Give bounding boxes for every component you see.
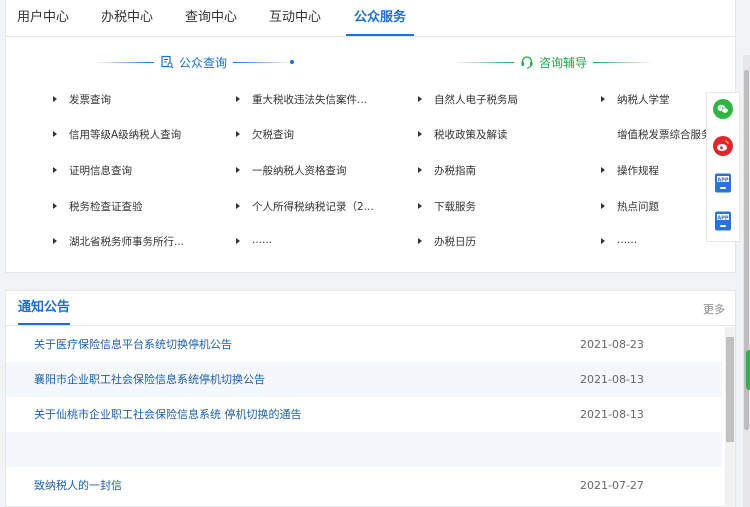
bullet-icon — [601, 238, 605, 244]
bullet-icon — [418, 238, 422, 244]
divider — [94, 61, 154, 63]
tab-query-center[interactable]: 查询中心 — [184, 0, 238, 35]
section-title-public-query: 公众查询 — [179, 55, 228, 70]
side-green-tab[interactable] — [746, 350, 750, 390]
more-link[interactable]: 更多 — [703, 301, 725, 317]
link-tax-arrears[interactable]: 欠税查询 — [236, 127, 294, 142]
bullet-icon — [236, 203, 240, 209]
tab-interaction-center[interactable]: 互动中心 — [268, 0, 322, 35]
bullet-icon — [236, 238, 240, 244]
bullet-icon — [53, 131, 57, 137]
bullet-icon — [236, 96, 240, 102]
weibo-icon — [717, 140, 729, 151]
notice-date: 2021-08-23 — [580, 338, 644, 351]
link-invoice-query[interactable]: 发票查询 — [53, 92, 111, 107]
section-public-query: 公众查询 — [94, 52, 295, 72]
bullet-icon — [418, 167, 422, 173]
bullet-icon — [418, 203, 422, 209]
notices-title[interactable]: 通知公告 — [18, 291, 71, 325]
notice-row[interactable]: 关于仙桃市企业职工社会保险信息系统 停机切换的通告 2021-08-13 — [6, 397, 722, 432]
notice-title[interactable]: 关于医疗保险信息平台系统切换停机公告 — [34, 327, 232, 362]
link-certificate-query[interactable]: 证明信息查询 — [53, 163, 132, 178]
svg-text:APP: APP — [717, 177, 729, 183]
link-tax-agency[interactable]: 湖北省税务师事务所行... — [53, 234, 184, 249]
weibo-button[interactable] — [713, 136, 733, 156]
bullet-icon — [418, 131, 422, 137]
wechat-icon — [717, 104, 729, 114]
notice-title[interactable]: 关于仙桃市企业职工社会保险信息系统 停机切换的通告 — [34, 397, 302, 432]
document-search-icon — [161, 55, 174, 69]
notice-row[interactable]: 襄阳市企业职工社会保险信息系统停机切换公告 2021-08-13 — [6, 362, 722, 397]
link-income-tax-record[interactable]: 个人所得税纳税记录（2... — [236, 199, 374, 214]
link-vat-invoice-service[interactable]: 增值税发票综合服务 — [617, 127, 712, 142]
section-consult: 咨询辅导 — [454, 52, 654, 72]
notice-row — [6, 432, 722, 467]
bullet-icon — [236, 167, 240, 173]
link-more-query[interactable]: ...... — [236, 234, 272, 246]
divider — [233, 61, 294, 63]
link-download-service[interactable]: 下载服务 — [418, 199, 476, 214]
link-tax-guide[interactable]: 办税指南 — [418, 163, 476, 178]
link-tax-calendar[interactable]: 办税日历 — [418, 234, 476, 249]
link-hot-issues[interactable]: 热点问题 — [601, 199, 659, 214]
divider-dot — [290, 60, 295, 64]
notices-header: 通知公告 更多 — [6, 291, 735, 326]
link-taxpayer-school[interactable]: 纳税人学堂 — [601, 92, 670, 107]
link-natural-person-etax[interactable]: 自然人电子税务局 — [418, 92, 518, 107]
bullet-icon — [601, 167, 605, 173]
bullet-icon — [53, 167, 57, 173]
bullet-icon — [601, 96, 605, 102]
tab-public-service[interactable]: 公众服务 — [346, 0, 414, 36]
svg-text:APP: APP — [717, 215, 729, 221]
divider — [454, 61, 514, 63]
notice-row[interactable]: 致纳税人的一封信 2021-07-27 — [6, 468, 722, 503]
tab-user-center[interactable]: 用户中心 — [16, 0, 70, 35]
link-major-violation[interactable]: 重大税收违法失信案件... — [236, 92, 367, 107]
link-more-consult[interactable]: ...... — [601, 234, 637, 246]
app-phone-icon: APP — [715, 211, 731, 231]
app-download-button-1[interactable]: APP — [714, 173, 732, 193]
notice-date: 2021-08-13 — [580, 373, 644, 386]
notices-panel: 通知公告 更多 关于医疗保险信息平台系统切换停机公告 2021-08-23 襄阳… — [5, 290, 736, 507]
notice-date: 2021-07-27 — [580, 479, 644, 492]
link-inspection-verify[interactable]: 税务检查证查验 — [53, 199, 143, 214]
side-share-bar: APP APP — [706, 92, 740, 242]
bullet-icon — [601, 203, 605, 209]
link-credit-a-query[interactable]: 信用等级A级纳税人查询 — [53, 127, 181, 142]
section-title-consult: 咨询辅导 — [539, 55, 588, 70]
notice-title[interactable]: 襄阳市企业职工社会保险信息系统停机切换公告 — [34, 362, 265, 397]
notices-scrollbar[interactable] — [725, 327, 735, 507]
tab-tax-center[interactable]: 办税中心 — [100, 0, 154, 35]
notice-title[interactable]: 致纳税人的一封信 — [34, 468, 122, 503]
notice-date: 2021-08-13 — [580, 408, 644, 421]
public-service-panel: 用户中心 办税中心 查询中心 互动中心 公众服务 公众查询 咨询辅导 发票查询 … — [5, 0, 736, 273]
top-tabs: 用户中心 办税中心 查询中心 互动中心 公众服务 — [6, 0, 735, 37]
bullet-icon — [236, 131, 240, 137]
link-general-taxpayer[interactable]: 一般纳税人资格查询 — [236, 163, 347, 178]
bullet-icon — [53, 96, 57, 102]
bullet-icon — [53, 238, 57, 244]
app-download-button-2[interactable]: APP — [714, 211, 732, 231]
app-phone-icon: APP — [715, 173, 731, 193]
headset-icon — [521, 56, 533, 69]
link-operation-rules[interactable]: 操作规程 — [601, 163, 659, 178]
bullet-icon — [53, 203, 57, 209]
divider — [593, 61, 654, 63]
notice-row[interactable]: 关于医疗保险信息平台系统切换停机公告 2021-08-23 — [6, 327, 722, 362]
wechat-button[interactable] — [713, 99, 733, 119]
scrollbar-thumb[interactable] — [726, 337, 734, 442]
bullet-icon — [418, 96, 422, 102]
link-tax-policy[interactable]: 税收政策及解读 — [418, 127, 508, 142]
